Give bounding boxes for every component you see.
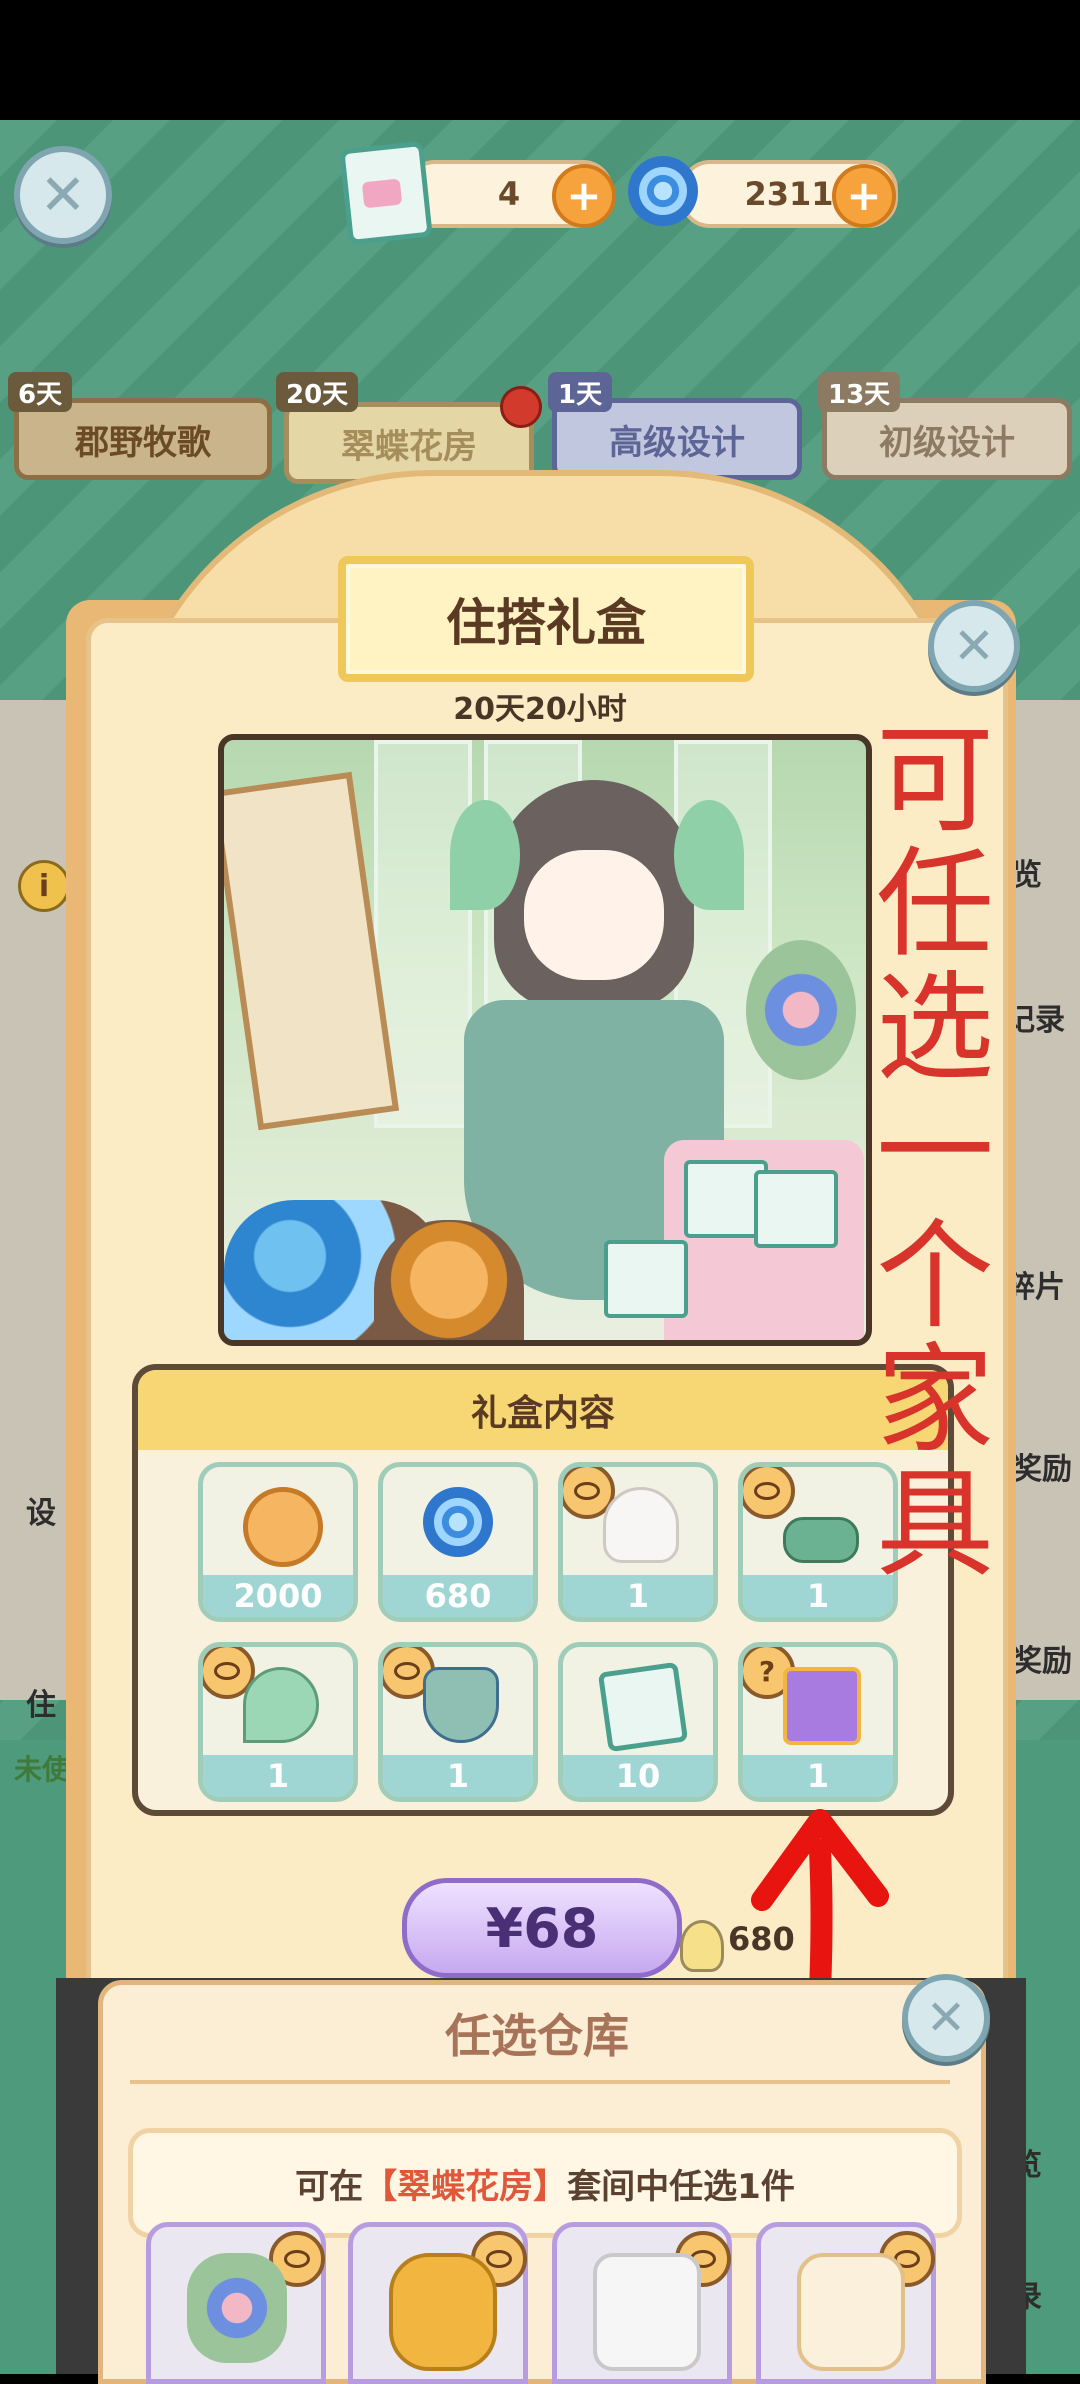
swirl-icon — [628, 156, 698, 226]
tab-label: 初级设计 — [879, 422, 1015, 463]
dress-icon — [423, 1667, 499, 1743]
purchase-button[interactable]: ¥68 — [402, 1878, 682, 1978]
furniture-watering-can[interactable] — [348, 2222, 528, 2384]
countdown-timer: 20天20小时 — [453, 692, 627, 727]
side-label: 奖励 — [1012, 1452, 1072, 1487]
gift-box-preview-image — [218, 734, 872, 1346]
item-qty: 1 — [563, 1575, 713, 1617]
swirl-count: 2311 — [744, 175, 834, 213]
close-storage-button[interactable]: ✕ — [902, 1974, 990, 2062]
annotation-char: 家 — [875, 1331, 994, 1469]
info-icon[interactable]: i — [18, 860, 70, 912]
tab-days-badge: 13天 — [818, 372, 901, 412]
side-label: 设 — [26, 1496, 56, 1531]
desc-prefix: 可在 — [295, 2166, 364, 2207]
item-qty: 2000 — [203, 1575, 353, 1617]
canopy-bed-icon — [593, 2253, 701, 2371]
item-qty: 10 — [563, 1755, 713, 1797]
item-coin[interactable]: 2000 — [198, 1462, 358, 1622]
contents-header: 礼盒内容 — [138, 1370, 948, 1450]
annotation-char: 可 — [875, 711, 994, 849]
tab-days: 20天 — [286, 379, 349, 410]
price-label: ¥68 — [485, 1896, 599, 1960]
lightbulb-icon — [680, 1920, 724, 1972]
annotation-char: 一 — [875, 1083, 994, 1221]
item-giftbox[interactable]: ? 1 — [738, 1642, 898, 1802]
preview-eye-icon[interactable] — [743, 1467, 795, 1519]
coin-icon — [243, 1487, 323, 1567]
item-dress[interactable]: 1 — [378, 1642, 538, 1802]
sofa-icon — [797, 2253, 905, 2371]
wings-icon — [243, 1667, 319, 1743]
close-gift-box-button[interactable]: ✕ — [928, 600, 1020, 692]
annotation-char: 具 — [875, 1455, 994, 1593]
giftbox-icon — [783, 1667, 861, 1745]
ticket-icon — [339, 140, 433, 246]
annotation-char: 任 — [875, 835, 994, 973]
close-button-top[interactable]: ✕ — [14, 146, 112, 244]
desc-highlight: 【翠蝶花房】 — [363, 2166, 568, 2207]
tab-label: 高级设计 — [609, 422, 745, 463]
side-label: 未使 — [14, 1753, 71, 1786]
furniture-canopy-bed[interactable] — [552, 2222, 732, 2384]
gift-contents-panel: 礼盒内容 2000 680 1 1 1 1 10 ? 1 — [132, 1364, 954, 1816]
tab-days: 6天 — [18, 379, 63, 410]
divider — [130, 2080, 950, 2084]
add-swirl-button[interactable]: + — [832, 164, 896, 228]
item-qty: 1 — [383, 1755, 533, 1797]
hair-icon — [603, 1487, 679, 1563]
tab-label: 郡野牧歌 — [75, 422, 211, 463]
tab-days-badge: 6天 — [8, 372, 73, 412]
notification-dot — [500, 386, 542, 428]
ticket-count: 4 — [497, 175, 521, 213]
item-wings[interactable]: 1 — [198, 1642, 358, 1802]
item-hair[interactable]: 1 — [558, 1462, 718, 1622]
tab-days: 1天 — [558, 379, 603, 410]
annotation-char: 个 — [875, 1207, 994, 1345]
item-qty: 1 — [203, 1755, 353, 1797]
furniture-bouquet[interactable] — [146, 2222, 326, 2384]
contents-title: 礼盒内容 — [470, 1393, 615, 1434]
add-ticket-button[interactable]: + — [552, 164, 616, 228]
bouquet-icon — [187, 2253, 287, 2363]
tab-days: 13天 — [828, 379, 891, 410]
gift-box-title: 住搭礼盒 — [338, 556, 754, 682]
handwritten-annotation: 可 任 选 一 个 家 具 — [870, 718, 1000, 1586]
watering-can-icon — [389, 2253, 497, 2371]
annotation-char: 选 — [875, 959, 994, 1097]
swirl-icon — [423, 1487, 493, 1557]
item-qty: 680 — [383, 1575, 533, 1617]
optional-storage-title: 任选仓库 — [445, 2009, 629, 2063]
tab-days-badge: 1天 — [548, 372, 613, 412]
tab-days-badge: 20天 — [276, 372, 359, 412]
title-text: 住搭礼盒 — [446, 594, 646, 652]
side-label: 住 — [26, 1688, 56, 1723]
furniture-sofa[interactable] — [756, 2222, 936, 2384]
item-swirl[interactable]: 680 — [378, 1462, 538, 1622]
item-ticket[interactable]: 10 — [558, 1642, 718, 1802]
tab-label: 翠蝶花房 — [341, 426, 477, 467]
side-label: 览 — [1012, 858, 1042, 893]
desc-suffix: 套间中任选1件 — [567, 2166, 795, 2207]
shoes-icon — [783, 1517, 859, 1563]
ticket-icon — [597, 1661, 689, 1753]
side-label: 奖励 — [1012, 1644, 1072, 1679]
